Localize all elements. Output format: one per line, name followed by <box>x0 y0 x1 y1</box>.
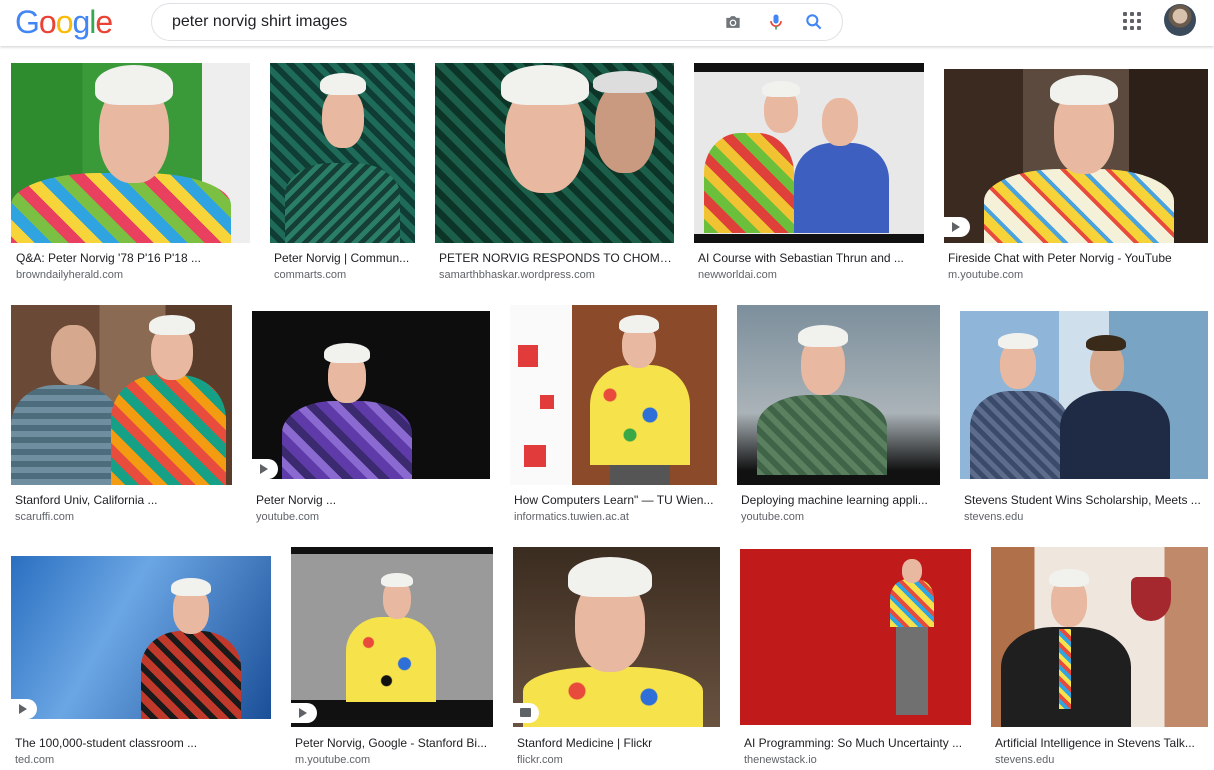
account-avatar[interactable] <box>1164 4 1196 36</box>
image-icon <box>520 708 531 717</box>
result-image[interactable] <box>252 311 490 479</box>
result-source: youtube.com <box>256 511 319 523</box>
result-source: commarts.com <box>274 269 347 281</box>
result-caption[interactable]: Artificial Intelligence in Stevens Talk.… <box>995 736 1207 750</box>
play-icon <box>260 464 268 474</box>
play-icon <box>952 222 960 232</box>
result-image[interactable] <box>510 305 717 485</box>
result-caption[interactable]: Stevens Student Wins Scholarship, Meets … <box>964 493 1206 507</box>
result-caption[interactable]: Q&A: Peter Norvig '78 P'16 P'18 ... <box>16 251 246 265</box>
search-icon[interactable] <box>804 12 824 32</box>
result-caption[interactable]: Peter Norvig | Commun... <box>274 251 414 265</box>
result-caption[interactable]: Peter Norvig ... <box>256 493 486 507</box>
result-caption[interactable]: Stanford Univ, California ... <box>15 493 230 507</box>
result-image[interactable] <box>291 547 493 727</box>
result-image[interactable] <box>270 63 415 243</box>
result-source: informatics.tuwien.ac.at <box>514 511 629 523</box>
result-image[interactable] <box>435 63 674 243</box>
result-source: stevens.edu <box>995 754 1055 766</box>
result-image[interactable] <box>694 63 924 243</box>
result-caption[interactable]: Deploying machine learning appli... <box>741 493 939 507</box>
result-caption[interactable]: Fireside Chat with Peter Norvig - YouTub… <box>948 251 1206 265</box>
result-image[interactable] <box>11 63 250 243</box>
play-icon <box>299 708 307 718</box>
result-caption[interactable]: AI Course with Sebastian Thrun and ... <box>698 251 922 265</box>
result-image[interactable] <box>960 311 1208 479</box>
result-source: browndailyherald.com <box>16 269 123 281</box>
search-box[interactable]: peter norvig shirt images <box>151 3 843 41</box>
result-caption[interactable]: How Computers Learn" — TU Wien... <box>514 493 716 507</box>
video-badge <box>944 217 970 237</box>
video-badge <box>252 459 278 479</box>
camera-icon[interactable] <box>723 12 743 32</box>
result-image[interactable] <box>991 547 1208 727</box>
result-source: newworldai.com <box>698 269 777 281</box>
result-image[interactable] <box>740 549 971 725</box>
result-source: m.youtube.com <box>948 269 1024 281</box>
result-image[interactable] <box>944 69 1208 243</box>
result-caption[interactable]: Peter Norvig, Google - Stanford Bi... <box>295 736 491 750</box>
google-logo[interactable]: Google <box>15 4 113 41</box>
apps-grid-icon[interactable] <box>1123 12 1141 30</box>
video-badge <box>291 703 317 723</box>
video-badge <box>11 699 37 719</box>
result-caption[interactable]: Stanford Medicine | Flickr <box>517 736 717 750</box>
image-badge <box>513 703 539 723</box>
result-source: samarthbhaskar.wordpress.com <box>439 269 595 281</box>
result-source: m.youtube.com <box>295 754 371 766</box>
result-caption[interactable]: PETER NORVIG RESPONDS TO CHOMSK... <box>439 251 673 265</box>
result-source: thenewstack.io <box>744 754 817 766</box>
result-source: flickr.com <box>517 754 563 766</box>
result-caption[interactable]: The 100,000-student classroom ... <box>15 736 269 750</box>
result-source: youtube.com <box>741 511 804 523</box>
result-image[interactable] <box>737 305 940 485</box>
result-image[interactable] <box>11 556 271 719</box>
result-source: stevens.edu <box>964 511 1024 523</box>
result-caption[interactable]: AI Programming: So Much Uncertainty ... <box>744 736 970 750</box>
search-input[interactable]: peter norvig shirt images <box>172 13 347 31</box>
result-source: ted.com <box>15 754 55 766</box>
result-source: scaruffi.com <box>15 511 75 523</box>
play-icon <box>19 704 27 714</box>
result-image[interactable] <box>11 305 232 485</box>
microphone-icon[interactable] <box>766 12 786 32</box>
search-header: Google peter norvig shirt images <box>0 0 1214 46</box>
result-image[interactable] <box>513 547 720 727</box>
